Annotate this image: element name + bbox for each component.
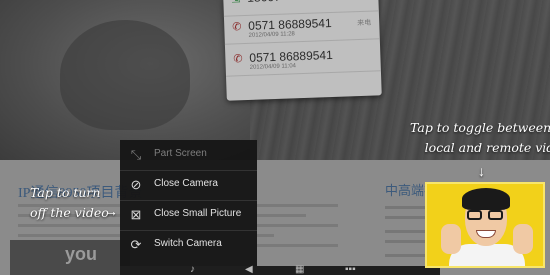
video-options-menu: ⤡ Part Screen ⊘ Close Camera ⊠ Close Sma… xyxy=(120,140,257,275)
menu-item-label: Part Screen xyxy=(154,148,207,159)
switch-camera-icon: ⟳ xyxy=(130,237,142,252)
menu-item-part-screen[interactable]: ⤡ Part Screen xyxy=(120,140,257,170)
keypad-icon[interactable]: ▦ xyxy=(295,264,304,275)
hint-toggle-videos: Tap to toggle between the local and remo… xyxy=(410,118,550,158)
phone-incoming-icon: ⇲ xyxy=(231,0,241,5)
more-icon[interactable]: ▪▪▪ xyxy=(345,264,356,275)
document-image-text: you xyxy=(65,244,98,264)
mute-icon[interactable]: ♪ xyxy=(190,264,195,275)
camera-off-icon: ⊘ xyxy=(130,177,142,192)
hint-arrow-icon: → xyxy=(104,203,118,219)
menu-item-switch-camera[interactable]: ⟳ Switch Camera xyxy=(120,230,257,260)
hint-close-video: Tap to turn off the video xyxy=(30,183,109,223)
call-number: 0571 86889541 xyxy=(249,47,333,65)
shrink-screen-icon: ⤡ xyxy=(130,147,142,162)
call-tag: 来电 xyxy=(357,19,372,28)
hint-left-line1: Tap to turn xyxy=(30,185,101,200)
background-person xyxy=(0,0,250,160)
call-log-row: ✆ 0571 86889541 2012/04/09 11:04 xyxy=(225,43,381,77)
menu-item-label: Close Small Picture xyxy=(154,208,242,219)
call-toolbar: ♪ ◀ ▦ ▪▪▪ xyxy=(120,264,440,275)
menu-item-close-camera[interactable]: ⊘ Close Camera xyxy=(120,170,257,200)
call-number: 0571 86889541 xyxy=(248,15,332,33)
hint-left-line2: off the video xyxy=(30,205,109,220)
hint-right-line2: local and remote videos xyxy=(424,140,550,155)
hint-right-line1: Tap to toggle between the xyxy=(410,120,550,135)
menu-item-label: Switch Camera xyxy=(154,238,222,249)
hint-arrow-down-icon: ↓ xyxy=(478,163,485,179)
phone-icon: ✆ xyxy=(233,53,243,66)
call-time: 2012/04/09 11:04 xyxy=(249,63,297,71)
speaker-icon[interactable]: ◀ xyxy=(245,264,253,275)
call-time: 2012/04/09 11:28 xyxy=(248,31,295,39)
menu-item-close-small-picture[interactable]: ⊠ Close Small Picture xyxy=(120,200,257,230)
call-log-row: ✆ 0571 86889541 2012/04/09 11:28 来电 xyxy=(223,11,380,45)
document-image: you xyxy=(10,240,130,275)
small-picture-video[interactable] xyxy=(425,182,545,268)
menu-item-label: Close Camera xyxy=(154,178,218,189)
close-picture-icon: ⊠ xyxy=(130,207,142,222)
call-number: 18667 xyxy=(247,0,281,5)
phone-icon: ✆ xyxy=(232,21,242,34)
call-log-card: ⇲ 18667 ✆ 0571 86889541 2012/04/09 11:28… xyxy=(222,0,382,101)
video-call-screen: ⇲ 18667 ✆ 0571 86889541 2012/04/09 11:28… xyxy=(0,0,550,275)
glasses-icon xyxy=(467,210,505,220)
